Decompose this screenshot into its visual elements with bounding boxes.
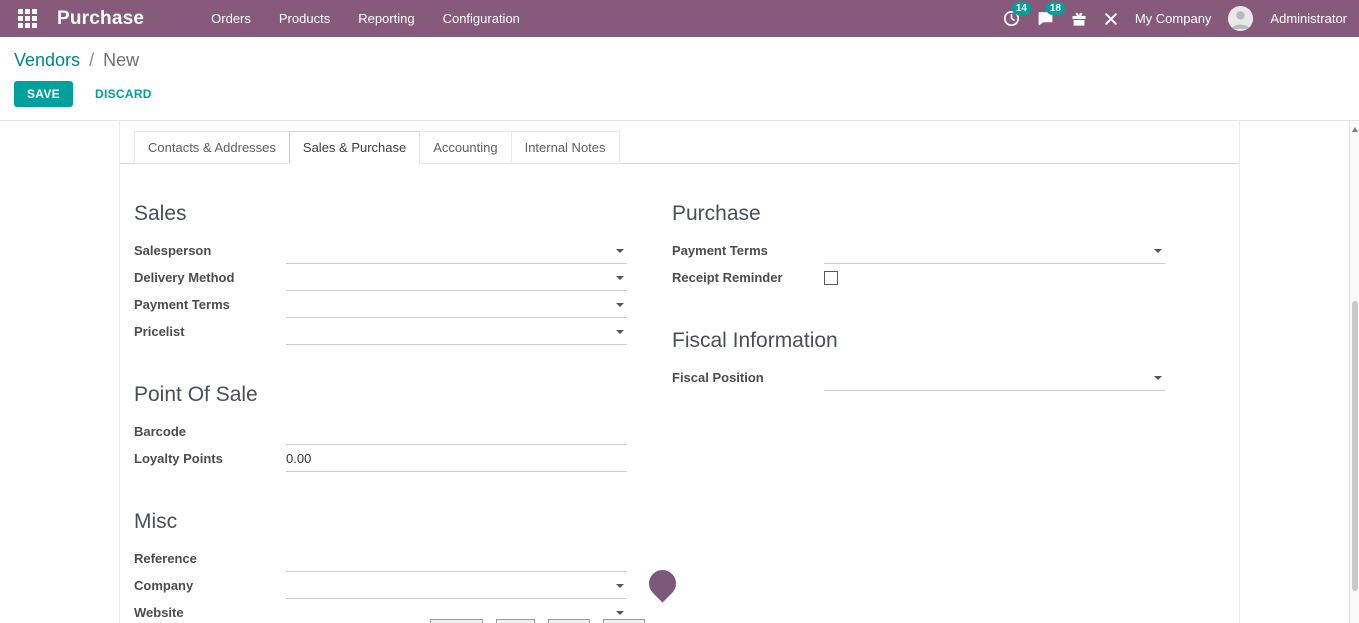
loyalty-points-field[interactable]: 0.00 (286, 445, 627, 472)
field-row: Fiscal Position (672, 364, 1165, 391)
clipped-widget (548, 619, 590, 623)
user-avatar[interactable] (1228, 6, 1253, 31)
fiscal-position-label: Fiscal Position (672, 370, 824, 385)
activities-icon[interactable]: 14 (1003, 10, 1020, 27)
delivery-method-field[interactable] (286, 264, 627, 291)
menu-reporting[interactable]: Reporting (347, 1, 425, 36)
sales-section-title: Sales (134, 202, 627, 226)
salesperson-label: Salesperson (134, 243, 286, 258)
field-row: Pricelist (134, 318, 627, 345)
activities-badge: 14 (1012, 2, 1031, 15)
sales-payment-terms-field[interactable] (286, 291, 627, 318)
messages-icon[interactable]: 18 (1037, 10, 1054, 27)
caret-down-icon (616, 249, 624, 253)
control-panel: Vendors / New SAVE DISCARD (0, 37, 1359, 121)
menu-products[interactable]: Products (268, 1, 341, 36)
reference-field[interactable] (286, 545, 627, 572)
notebook-tabs: Contacts & Addresses Sales & Purchase Ac… (120, 121, 1239, 164)
tools-icon[interactable] (1104, 12, 1118, 26)
reference-label: Reference (134, 551, 286, 566)
save-button[interactable]: SAVE (14, 81, 73, 107)
clipped-widget (430, 619, 483, 623)
caret-down-icon (1154, 376, 1162, 380)
website-label: Website (134, 605, 286, 620)
field-row: Delivery Method (134, 264, 627, 291)
field-row: Payment Terms (672, 237, 1165, 264)
purchase-payment-terms-label: Payment Terms (672, 243, 824, 258)
form-sheet: Contacts & Addresses Sales & Purchase Ac… (119, 121, 1240, 623)
tab-sales-purchase[interactable]: Sales & Purchase (289, 131, 420, 164)
discard-button[interactable]: DISCARD (87, 81, 160, 107)
barcode-label: Barcode (134, 424, 286, 439)
caret-down-icon (1154, 249, 1162, 253)
loyalty-points-label: Loyalty Points (134, 451, 286, 466)
gift-icon[interactable] (1071, 11, 1087, 27)
company-label: Company (134, 578, 286, 593)
menu-configuration[interactable]: Configuration (432, 1, 531, 36)
scrollbar-thumb[interactable] (1352, 301, 1358, 591)
company-field[interactable] (286, 572, 627, 599)
menu-orders[interactable]: Orders (200, 1, 262, 36)
caret-down-icon (616, 611, 624, 615)
field-row: Loyalty Points 0.00 (134, 445, 627, 472)
pricelist-label: Pricelist (134, 324, 286, 339)
receipt-reminder-checkbox[interactable] (824, 271, 838, 285)
field-row: Reference (134, 545, 627, 572)
caret-down-icon (616, 330, 624, 334)
tab-contacts-addresses[interactable]: Contacts & Addresses (134, 131, 290, 164)
breadcrumb-current: New (103, 50, 139, 70)
receipt-reminder-field (824, 264, 1165, 291)
barcode-field[interactable] (286, 418, 627, 445)
delivery-method-label: Delivery Method (134, 270, 286, 285)
salesperson-field[interactable] (286, 237, 627, 264)
main-menu: Orders Products Reporting Configuration (200, 1, 531, 36)
field-row: Receipt Reminder (672, 264, 1165, 291)
caret-down-icon (616, 276, 624, 280)
misc-section-title: Misc (134, 510, 627, 534)
user-menu[interactable]: Administrator (1270, 11, 1347, 26)
fiscal-position-field[interactable] (824, 364, 1165, 391)
systray: 14 18 My Company (1003, 6, 1347, 31)
caret-down-icon (616, 303, 624, 307)
field-row: Payment Terms (134, 291, 627, 318)
breadcrumb: Vendors / New (14, 49, 1345, 71)
messages-badge: 18 (1046, 2, 1065, 15)
app-title[interactable]: Purchase (57, 8, 144, 30)
left-column: Sales Salesperson Delivery Method (134, 164, 627, 623)
breadcrumb-separator: / (85, 50, 98, 70)
scroll-up-arrow-icon[interactable] (1352, 127, 1358, 132)
pos-section-title: Point Of Sale (134, 383, 627, 407)
sales-payment-terms-label: Payment Terms (134, 297, 286, 312)
right-column: Purchase Payment Terms Receipt Reminder … (672, 164, 1165, 623)
field-row: Company (134, 572, 627, 599)
field-row: Barcode (134, 418, 627, 445)
breadcrumb-vendors[interactable]: Vendors (14, 50, 80, 70)
form-view: Contacts & Addresses Sales & Purchase Ac… (0, 121, 1359, 623)
field-row: Salesperson (134, 237, 627, 264)
tab-accounting[interactable]: Accounting (419, 131, 511, 164)
apps-grid-icon[interactable] (18, 9, 37, 28)
caret-down-icon (616, 584, 624, 588)
clipped-widget (603, 619, 645, 623)
clipped-widget (496, 619, 535, 623)
fiscal-section-title: Fiscal Information (672, 329, 1165, 353)
purchase-payment-terms-field[interactable] (824, 237, 1165, 264)
company-switcher[interactable]: My Company (1135, 11, 1212, 26)
receipt-reminder-label: Receipt Reminder (672, 270, 824, 285)
tab-internal-notes[interactable]: Internal Notes (511, 131, 620, 164)
vertical-scrollbar[interactable] (1349, 121, 1359, 623)
top-navbar: Purchase Orders Products Reporting Confi… (0, 0, 1359, 37)
clipped-widget-row (430, 619, 645, 623)
pricelist-field[interactable] (286, 318, 627, 345)
purchase-section-title: Purchase (672, 202, 1165, 226)
